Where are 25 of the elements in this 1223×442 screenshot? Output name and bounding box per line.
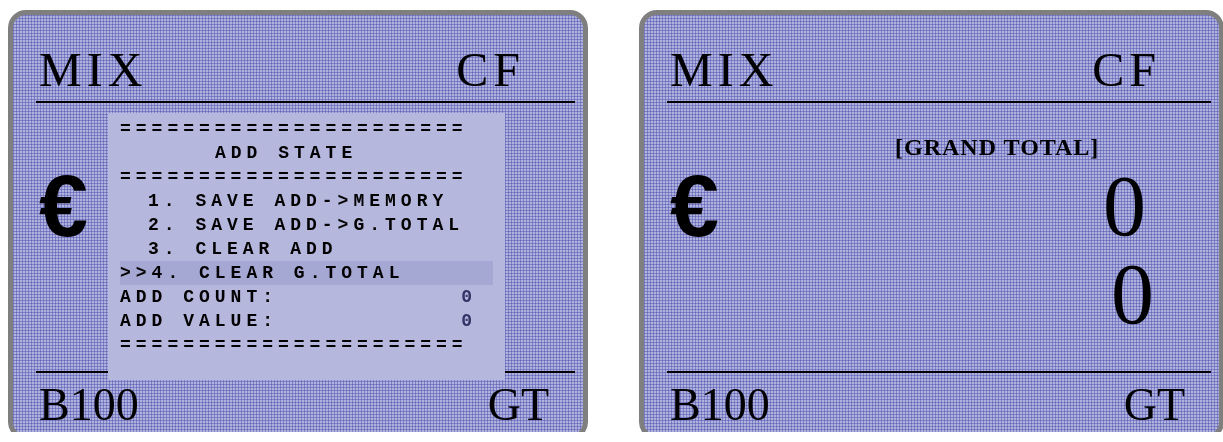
menu-item[interactable]: 3. CLEAR ADD — [120, 237, 505, 261]
menu-item[interactable]: 2. SAVE ADD->G.TOTAL — [120, 213, 505, 237]
separator-line: ====================== — [120, 119, 468, 139]
total-label: GT — [487, 377, 549, 431]
total-label: GT — [1123, 377, 1185, 431]
count-reading: 0 — [1103, 163, 1146, 249]
mode-label: MIX — [670, 42, 779, 97]
denomination-label: B100 — [39, 377, 139, 431]
mode-label: CF — [1092, 42, 1161, 97]
mode-label: MIX — [39, 42, 148, 97]
mode-label: CF — [456, 42, 525, 97]
separator-line: ====================== — [120, 335, 468, 355]
value-reading: 0 — [1111, 251, 1154, 336]
currency-symbol: € — [670, 162, 719, 250]
field-value: 0 — [461, 286, 477, 309]
currency-symbol: € — [39, 162, 88, 250]
denomination-label: B100 — [670, 377, 770, 431]
field-label: ADD COUNT: — [120, 286, 279, 309]
menu-item[interactable]: 1. SAVE ADD->MEMORY — [120, 189, 505, 213]
menu-item[interactable]: >>4. CLEAR G.TOTAL — [120, 261, 493, 285]
menu-title: ADD STATE — [215, 143, 358, 163]
field-value: 0 — [461, 310, 477, 333]
separator-line: ====================== — [120, 167, 468, 187]
screen-title: [GRAND TOTAL] — [895, 134, 1100, 161]
field-label: ADD VALUE: — [120, 310, 279, 333]
